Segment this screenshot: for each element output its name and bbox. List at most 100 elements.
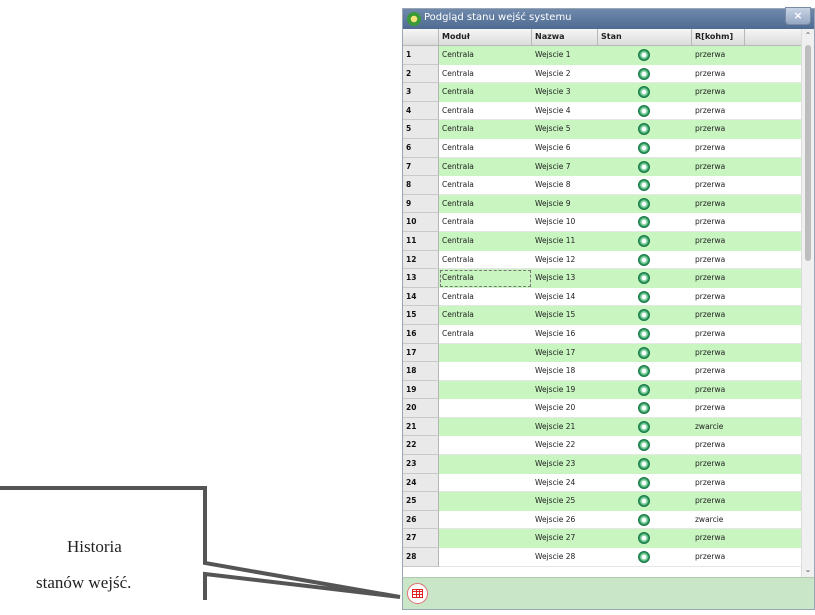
- cell-stan[interactable]: [598, 455, 692, 474]
- row-number[interactable]: 9: [403, 194, 439, 214]
- cell-nazwa[interactable]: Wejscie 16: [532, 325, 598, 344]
- cell-nazwa[interactable]: Wejscie 6: [532, 139, 598, 158]
- row-number[interactable]: 10: [403, 213, 439, 232]
- cell-modul[interactable]: Centrala: [439, 194, 532, 214]
- table-row[interactable]: 4 Centrala Wejscie 4 przerwa: [403, 101, 801, 121]
- cell-nazwa[interactable]: Wejscie 1: [532, 46, 598, 65]
- cell-stan[interactable]: [598, 380, 692, 400]
- cell-nazwa[interactable]: Wejscie 14: [532, 288, 598, 307]
- cell-r-kohm[interactable]: przerwa: [692, 65, 745, 84]
- cell-modul[interactable]: Centrala: [439, 325, 532, 344]
- cell-modul[interactable]: Centrala: [439, 269, 532, 288]
- cell-stan[interactable]: [598, 194, 692, 214]
- table-row[interactable]: 2 Centrala Wejscie 2 przerwa: [403, 64, 801, 84]
- table-row[interactable]: 23 Wejscie 23 przerwa: [403, 455, 801, 474]
- cell-modul[interactable]: Centrala: [439, 176, 532, 195]
- cell-modul[interactable]: [439, 362, 532, 381]
- cell-nazwa[interactable]: Wejscie 22: [532, 436, 598, 456]
- row-number[interactable]: 15: [403, 306, 439, 325]
- cell-modul[interactable]: Centrala: [439, 288, 532, 307]
- cell-stan[interactable]: [598, 139, 692, 158]
- cell-stan[interactable]: [598, 102, 692, 121]
- table-row[interactable]: 18 Wejscie 18 przerwa: [403, 362, 801, 381]
- table-row[interactable]: 16 Centrala Wejscie 16 przerwa: [403, 324, 801, 344]
- cell-r-kohm[interactable]: przerwa: [692, 474, 745, 493]
- cell-stan[interactable]: [598, 325, 692, 344]
- cell-nazwa[interactable]: Wejscie 21: [532, 417, 598, 437]
- cell-stan[interactable]: [598, 417, 692, 437]
- cell-r-kohm[interactable]: przerwa: [692, 529, 745, 549]
- cell-r-kohm[interactable]: przerwa: [692, 102, 745, 121]
- table-row[interactable]: 9 Centrala Wejscie 9 przerwa: [403, 194, 801, 214]
- row-number[interactable]: 6: [403, 138, 439, 158]
- table-row[interactable]: 26 Wejscie 26 zwarcie: [403, 510, 801, 530]
- cell-modul[interactable]: Centrala: [439, 231, 532, 251]
- cell-stan[interactable]: [598, 492, 692, 511]
- cell-stan[interactable]: [598, 511, 692, 530]
- row-number[interactable]: 22: [403, 436, 439, 456]
- cell-modul[interactable]: Centrala: [439, 157, 532, 177]
- title-bar[interactable]: Podgląd stanu wejść systemu ×: [403, 7, 814, 29]
- row-number[interactable]: 26: [403, 510, 439, 530]
- table-row[interactable]: 19 Wejscie 19 przerwa: [403, 380, 801, 400]
- row-number[interactable]: 5: [403, 120, 439, 139]
- row-number[interactable]: 7: [403, 157, 439, 177]
- cell-stan[interactable]: [598, 176, 692, 195]
- cell-modul[interactable]: Centrala: [439, 139, 532, 158]
- cell-modul[interactable]: Centrala: [439, 251, 532, 270]
- cell-nazwa[interactable]: Wejscie 15: [532, 306, 598, 325]
- table-row[interactable]: 8 Centrala Wejscie 8 przerwa: [403, 176, 801, 195]
- table-row[interactable]: 11 Centrala Wejscie 11 przerwa: [403, 231, 801, 251]
- header-nazwa[interactable]: Nazwa: [532, 29, 598, 45]
- cell-nazwa[interactable]: Wejscie 11: [532, 231, 598, 251]
- table-row[interactable]: 15 Centrala Wejscie 15 przerwa: [403, 306, 801, 325]
- cell-r-kohm[interactable]: przerwa: [692, 269, 745, 288]
- cell-stan[interactable]: [598, 269, 692, 288]
- cell-nazwa[interactable]: Wejscie 18: [532, 362, 598, 381]
- cell-stan[interactable]: [598, 65, 692, 84]
- cell-stan[interactable]: [598, 120, 692, 139]
- row-number[interactable]: 23: [403, 455, 439, 474]
- cell-modul[interactable]: Centrala: [439, 306, 532, 325]
- row-number[interactable]: 17: [403, 343, 439, 363]
- cell-r-kohm[interactable]: przerwa: [692, 362, 745, 381]
- row-number[interactable]: 14: [403, 287, 439, 307]
- table-row[interactable]: 24 Wejscie 24 przerwa: [403, 473, 801, 493]
- cell-r-kohm[interactable]: przerwa: [692, 436, 745, 456]
- cell-nazwa[interactable]: Wejscie 19: [532, 380, 598, 400]
- row-number[interactable]: 27: [403, 529, 439, 549]
- cell-r-kohm[interactable]: przerwa: [692, 194, 745, 214]
- row-number[interactable]: 16: [403, 324, 439, 344]
- cell-modul[interactable]: [439, 343, 532, 363]
- table-row[interactable]: 6 Centrala Wejscie 6 przerwa: [403, 138, 801, 158]
- cell-r-kohm[interactable]: przerwa: [692, 492, 745, 511]
- table-row[interactable]: 25 Wejscie 25 przerwa: [403, 492, 801, 511]
- cell-nazwa[interactable]: Wejscie 12: [532, 251, 598, 270]
- table-row[interactable]: 20 Wejscie 20 przerwa: [403, 399, 801, 418]
- cell-nazwa[interactable]: Wejscie 17: [532, 343, 598, 363]
- cell-stan[interactable]: [598, 399, 692, 418]
- cell-r-kohm[interactable]: zwarcie: [692, 417, 745, 437]
- cell-nazwa[interactable]: Wejscie 9: [532, 194, 598, 214]
- table-row[interactable]: 21 Wejscie 21 zwarcie: [403, 417, 801, 437]
- cell-modul[interactable]: Centrala: [439, 46, 532, 65]
- row-number[interactable]: 18: [403, 362, 439, 381]
- cell-modul[interactable]: [439, 399, 532, 418]
- cell-nazwa[interactable]: Wejscie 23: [532, 455, 598, 474]
- cell-r-kohm[interactable]: przerwa: [692, 380, 745, 400]
- table-row[interactable]: 10 Centrala Wejscie 10 przerwa: [403, 213, 801, 232]
- row-number[interactable]: 19: [403, 380, 439, 400]
- cell-nazwa[interactable]: Wejscie 2: [532, 65, 598, 84]
- cell-modul[interactable]: [439, 548, 532, 567]
- row-number[interactable]: 28: [403, 548, 439, 567]
- table-row[interactable]: 5 Centrala Wejscie 5 przerwa: [403, 120, 801, 139]
- cell-nazwa[interactable]: Wejscie 26: [532, 511, 598, 530]
- cell-stan[interactable]: [598, 213, 692, 232]
- cell-stan[interactable]: [598, 251, 692, 270]
- cell-stan[interactable]: [598, 436, 692, 456]
- cell-modul[interactable]: [439, 511, 532, 530]
- cell-stan[interactable]: [598, 306, 692, 325]
- cell-r-kohm[interactable]: przerwa: [692, 120, 745, 139]
- close-button[interactable]: ×: [785, 7, 811, 25]
- cell-nazwa[interactable]: Wejscie 25: [532, 492, 598, 511]
